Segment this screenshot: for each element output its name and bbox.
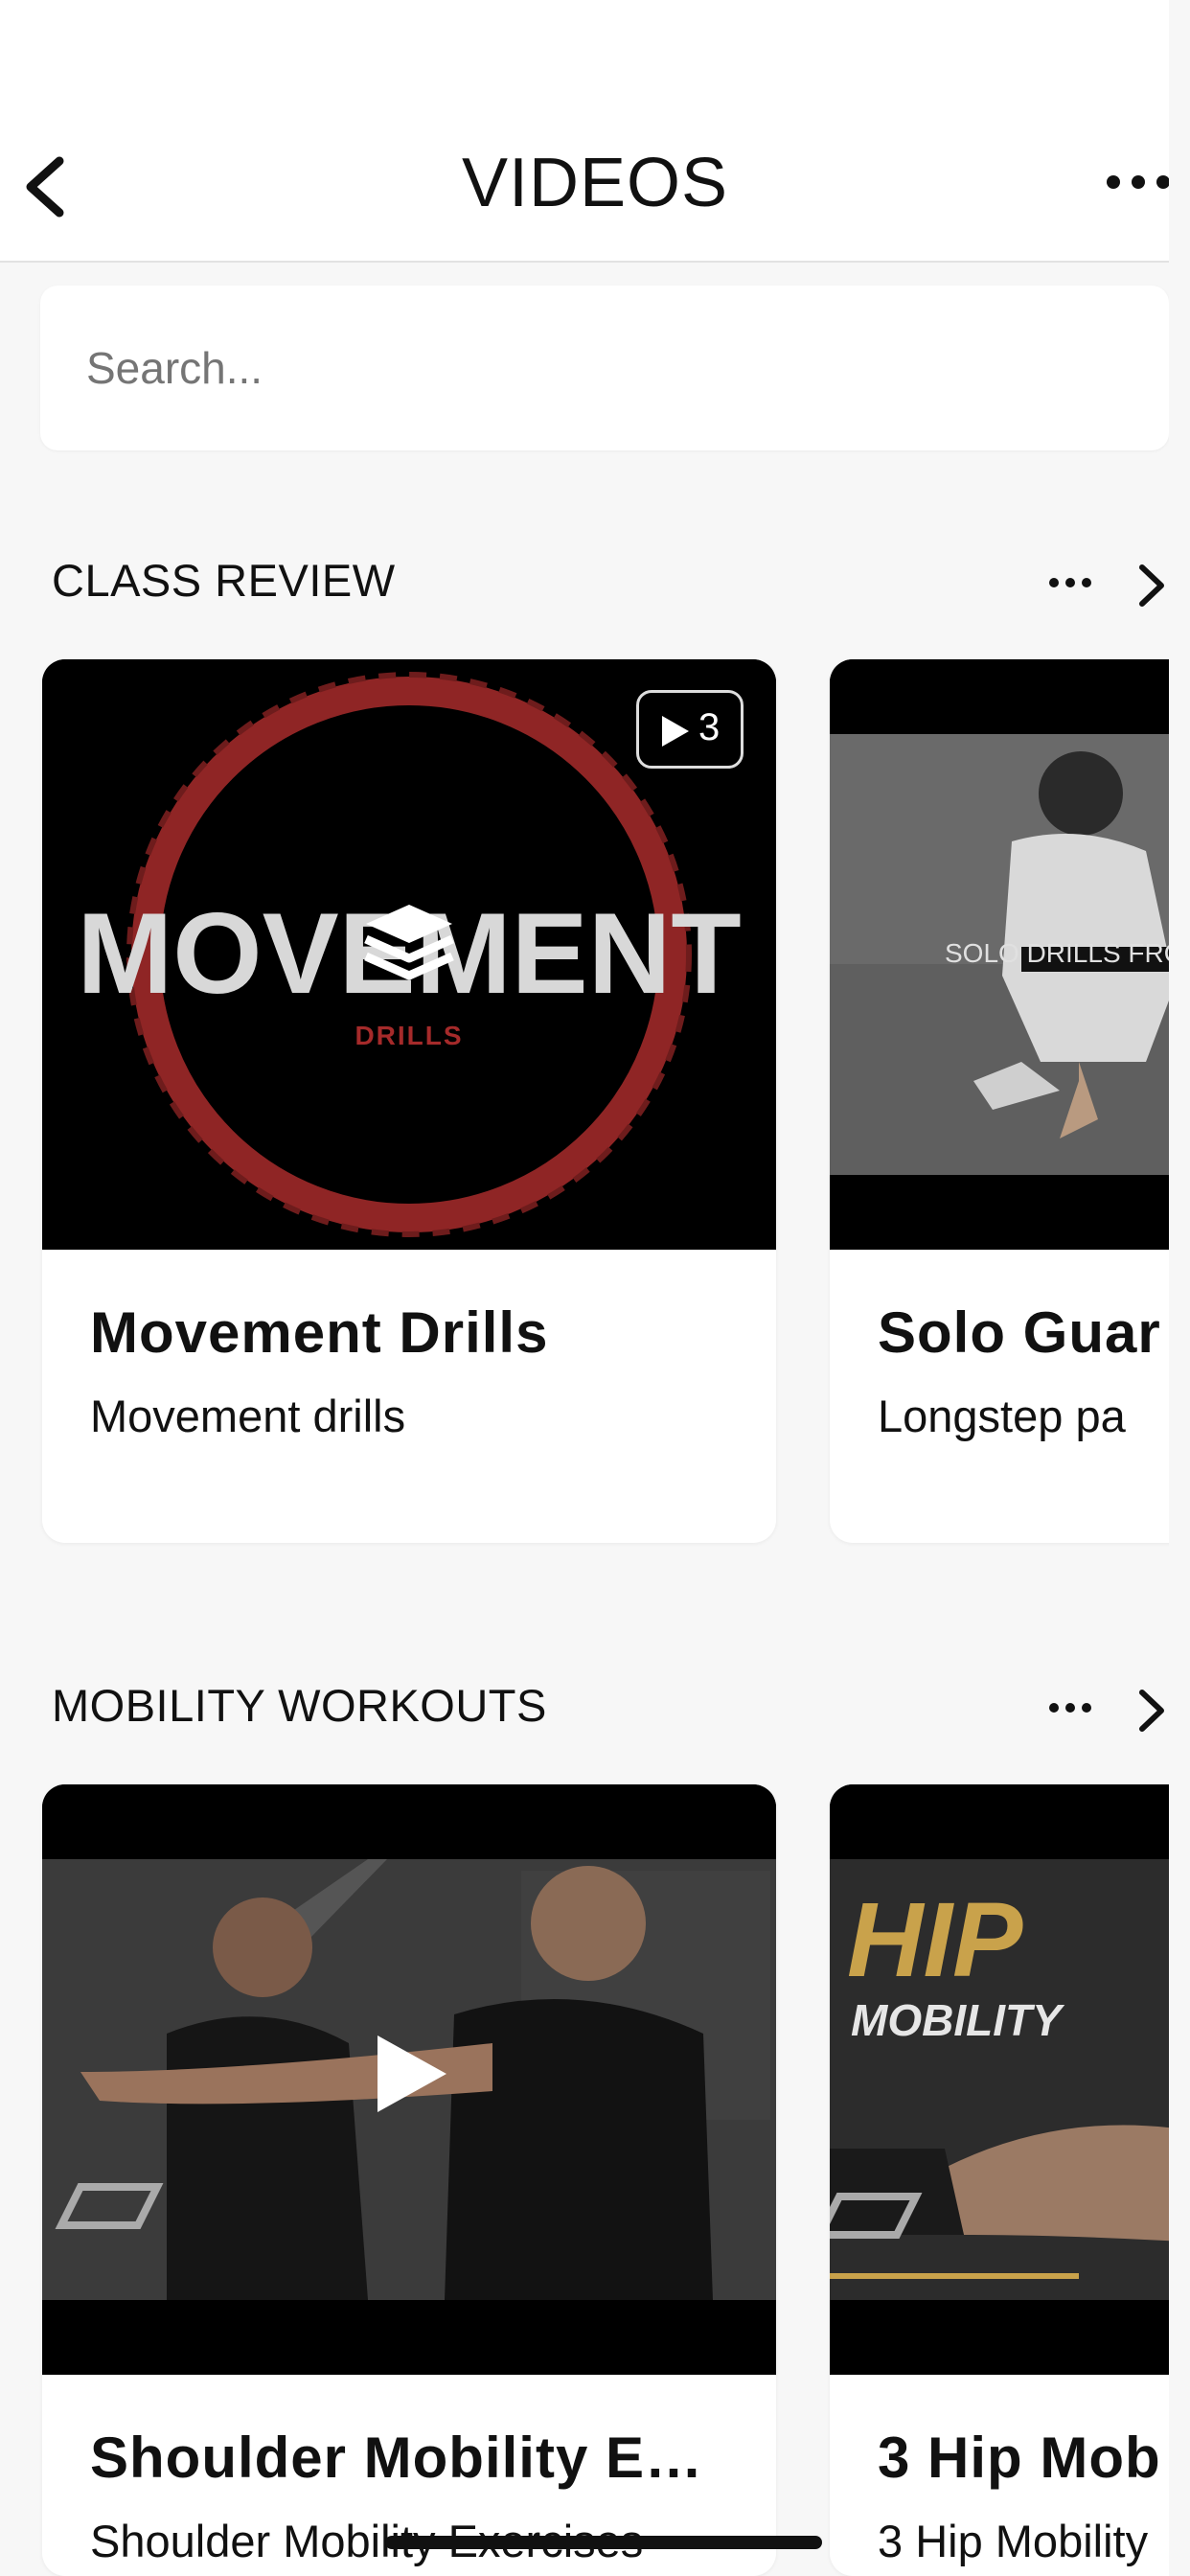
card-subtitle: 3 Hip Mobility	[878, 2516, 1149, 2566]
card-title: Movement Drills	[90, 1300, 549, 1365]
more-horizontal-icon	[1107, 175, 1170, 189]
video-thumbnail	[42, 1784, 776, 2375]
card-title: 3 Hip Mob	[878, 2426, 1161, 2490]
video-card-hip-mobility[interactable]: HIP MOBILITY 3 Hip Mob 3 Hip Mobility	[830, 1784, 1190, 2576]
video-card-solo-guard[interactable]: SOLO DRILLS FROM T Solo Guar Longstep pa	[830, 659, 1190, 1543]
card-subtitle: Longstep pa	[878, 1391, 1126, 1441]
video-card-shoulder-mobility[interactable]: Shoulder Mobility E… Shoulder Mobility E…	[42, 1784, 776, 2576]
playlist-count-badge: 3	[636, 690, 744, 769]
section-see-all-button[interactable]	[1134, 560, 1169, 611]
section-more-button[interactable]	[1046, 1696, 1094, 1719]
playlist-count: 3	[698, 706, 721, 748]
hip-mobility-artwork: HIP MOBILITY	[830, 1784, 1190, 2375]
section-more-button[interactable]	[1046, 571, 1094, 594]
play-icon	[662, 716, 689, 747]
more-horizontal-icon	[1049, 1703, 1091, 1713]
chevron-right-icon	[1139, 564, 1164, 607]
more-options-button[interactable]	[1100, 153, 1177, 211]
home-indicator[interactable]	[385, 2536, 822, 2549]
card-title: Solo Guar	[878, 1300, 1161, 1365]
card-subtitle: Movement drills	[90, 1391, 406, 1441]
section-title-mobility-workouts: MOBILITY WORKOUTS	[52, 1680, 547, 1731]
chevron-right-icon	[1139, 1690, 1164, 1732]
card-title: Shoulder Mobility E…	[90, 2426, 704, 2490]
solo-drills-photo: SOLO DRILLS FROM T	[830, 659, 1190, 1250]
more-horizontal-icon	[1049, 578, 1091, 587]
page-title: VIDEOS	[461, 145, 729, 221]
video-thumbnail: MOVEMENT DRILLS 3	[42, 659, 776, 1250]
video-thumbnail: HIP MOBILITY	[830, 1784, 1190, 2375]
thumb-title-text: HIP	[847, 1881, 1023, 1999]
shoulder-mobility-photo	[42, 1784, 776, 2375]
thumb-overlay-text: SOLO DRILLS FROM T	[945, 938, 1190, 968]
section-see-all-button[interactable]	[1134, 1685, 1169, 1736]
video-card-movement-drills[interactable]: MOVEMENT DRILLS 3 Movement Drills Moveme…	[42, 659, 776, 1543]
video-thumbnail: SOLO DRILLS FROM T	[830, 659, 1190, 1250]
thumb-subtitle-text: DRILLS	[355, 1021, 463, 1050]
search-input[interactable]	[40, 286, 1169, 450]
section-title-class-review: CLASS REVIEW	[52, 555, 396, 606]
screen-edge	[1169, 0, 1190, 2576]
top-bar: VIDEOS	[0, 0, 1190, 263]
thumb-subtitle-text: MOBILITY	[851, 1995, 1065, 2045]
